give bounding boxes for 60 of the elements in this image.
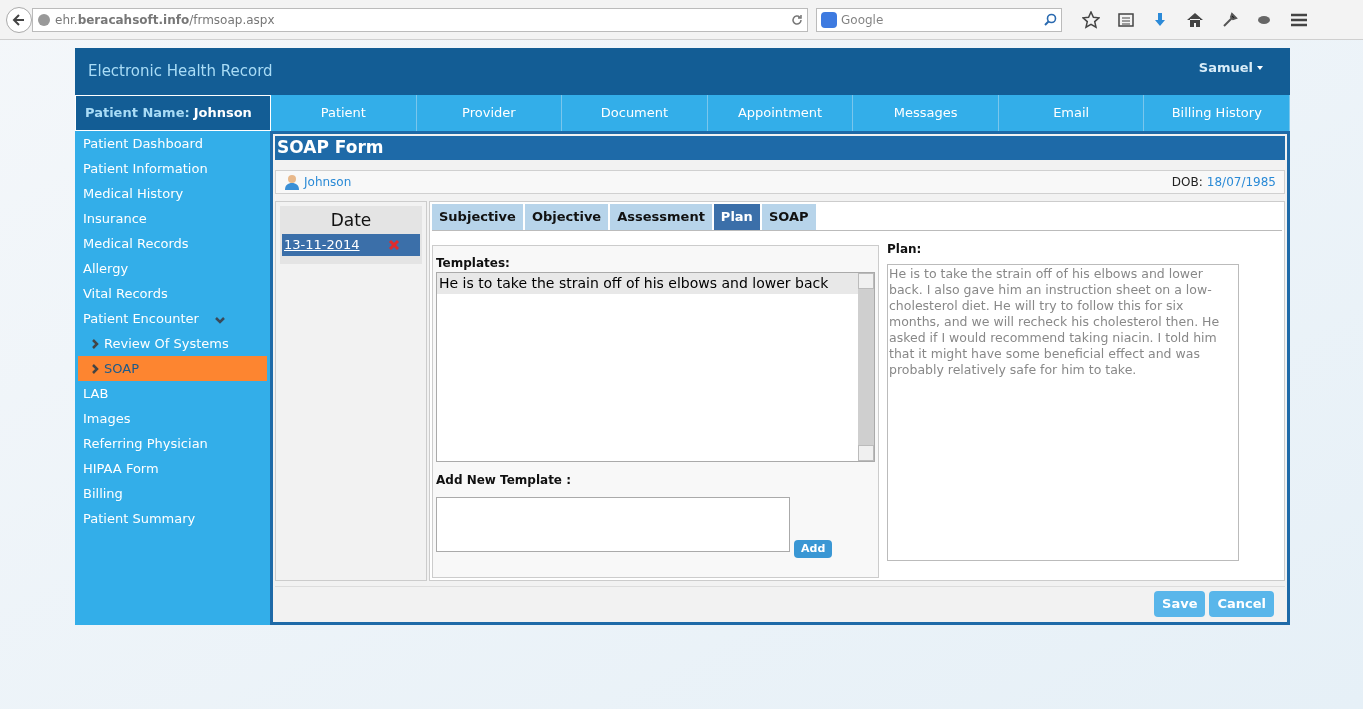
form-button[interactable]: Save — [1154, 590, 1206, 617]
sidebar-item[interactable]: Insurance — [75, 206, 270, 231]
form-title: SOAP Form — [275, 136, 1285, 160]
date-row[interactable]: 13-11-2014 — [282, 233, 420, 256]
form-tab[interactable]: Assessment — [610, 204, 712, 230]
plan-label: Plan: — [887, 241, 923, 258]
list-icon[interactable] — [1118, 11, 1134, 28]
form-tab[interactable]: Objective — [524, 204, 609, 230]
chevron-down-icon — [214, 314, 225, 325]
dropper-icon[interactable] — [1222, 11, 1238, 28]
sidebar-item[interactable]: Vital Records — [75, 281, 270, 306]
sidebar-item[interactable]: Allergy — [75, 256, 270, 281]
new-template-field[interactable] — [436, 497, 790, 552]
person-icon — [284, 174, 300, 190]
menu-icon[interactable] — [1290, 11, 1308, 28]
scrollbar[interactable] — [858, 273, 874, 461]
dob-label: DOB: — [1171, 174, 1203, 191]
form-button[interactable]: Cancel — [1209, 590, 1274, 617]
sidebar-item[interactable]: Patient Encounter — [75, 306, 270, 331]
caret-icon — [1257, 66, 1263, 70]
add-template-label: Add New Template : — [436, 472, 572, 489]
app-title: Electronic Health Record — [88, 61, 273, 83]
sidebar-item[interactable]: HIPAA Form — [75, 456, 270, 481]
sidebar-item[interactable]: SOAP — [78, 356, 267, 381]
templates-label: Templates: — [436, 255, 511, 272]
sidebar-item[interactable]: Images — [75, 406, 270, 431]
search-bar[interactable]: Google — [816, 7, 1062, 32]
template-option[interactable]: He is to take the strain off of his elbows and lower back — [437, 273, 858, 294]
dob-value: 18/07/1985 — [1206, 174, 1276, 191]
download-icon[interactable] — [1152, 11, 1168, 28]
sidebar-item[interactable]: Medical Records — [75, 231, 270, 256]
patient-name-label: Patient Name: Johnson — [75, 95, 271, 131]
plan-text-area[interactable]: He is to take the strain off of his elbows and lower back. I also gave him an instruction sheet on a low-cholesterol diet. He will try to follow this for six months, and we will recheck his cholesterol then. He asked if I would recommend taking niacin. I told him that it might have some beneficial effect and was probably relatively safe for him to take. — [887, 264, 1239, 561]
sidebar-item[interactable]: LAB — [75, 381, 270, 406]
sidebar-item[interactable]: Patient Dashboard — [75, 131, 270, 156]
sidebar-item[interactable]: Patient Information — [75, 156, 270, 181]
sidebar-item[interactable]: Review Of Systems — [78, 331, 267, 356]
add-button[interactable]: Add — [794, 540, 833, 558]
patient-name: Johnson — [304, 174, 352, 191]
search-field[interactable]: Google — [841, 10, 1040, 29]
search-icon[interactable] — [1044, 13, 1057, 26]
chevron-right-icon — [90, 363, 100, 374]
sidebar-item[interactable]: Patient Summary — [75, 506, 270, 531]
form-tab[interactable]: SOAP — [761, 204, 816, 230]
star-icon[interactable] — [1082, 10, 1100, 29]
sidebar-item[interactable]: Referring Physician — [75, 431, 270, 456]
date-header: Date — [329, 209, 373, 232]
user-menu[interactable]: Samuel — [1198, 58, 1263, 78]
templates-list[interactable]: He is to take the strain off of his elbows and lower back — [436, 272, 875, 462]
back-arrow-icon — [12, 12, 26, 27]
url-text: ehr.beracahsoft.info/frmsoap.aspx — [55, 11, 276, 29]
home-icon[interactable] — [1186, 11, 1204, 28]
sidebar-item[interactable]: Medical History — [75, 181, 270, 206]
reload-icon[interactable] — [791, 13, 803, 26]
form-tab[interactable]: Subjective — [432, 204, 523, 230]
back-button[interactable] — [6, 6, 32, 33]
sidebar-item[interactable]: Billing — [75, 481, 270, 506]
form-tab[interactable]: Plan — [713, 204, 760, 230]
chevron-right-icon — [90, 338, 100, 349]
address-bar[interactable]: ehr.beracahsoft.info/frmsoap.aspx — [32, 7, 808, 32]
